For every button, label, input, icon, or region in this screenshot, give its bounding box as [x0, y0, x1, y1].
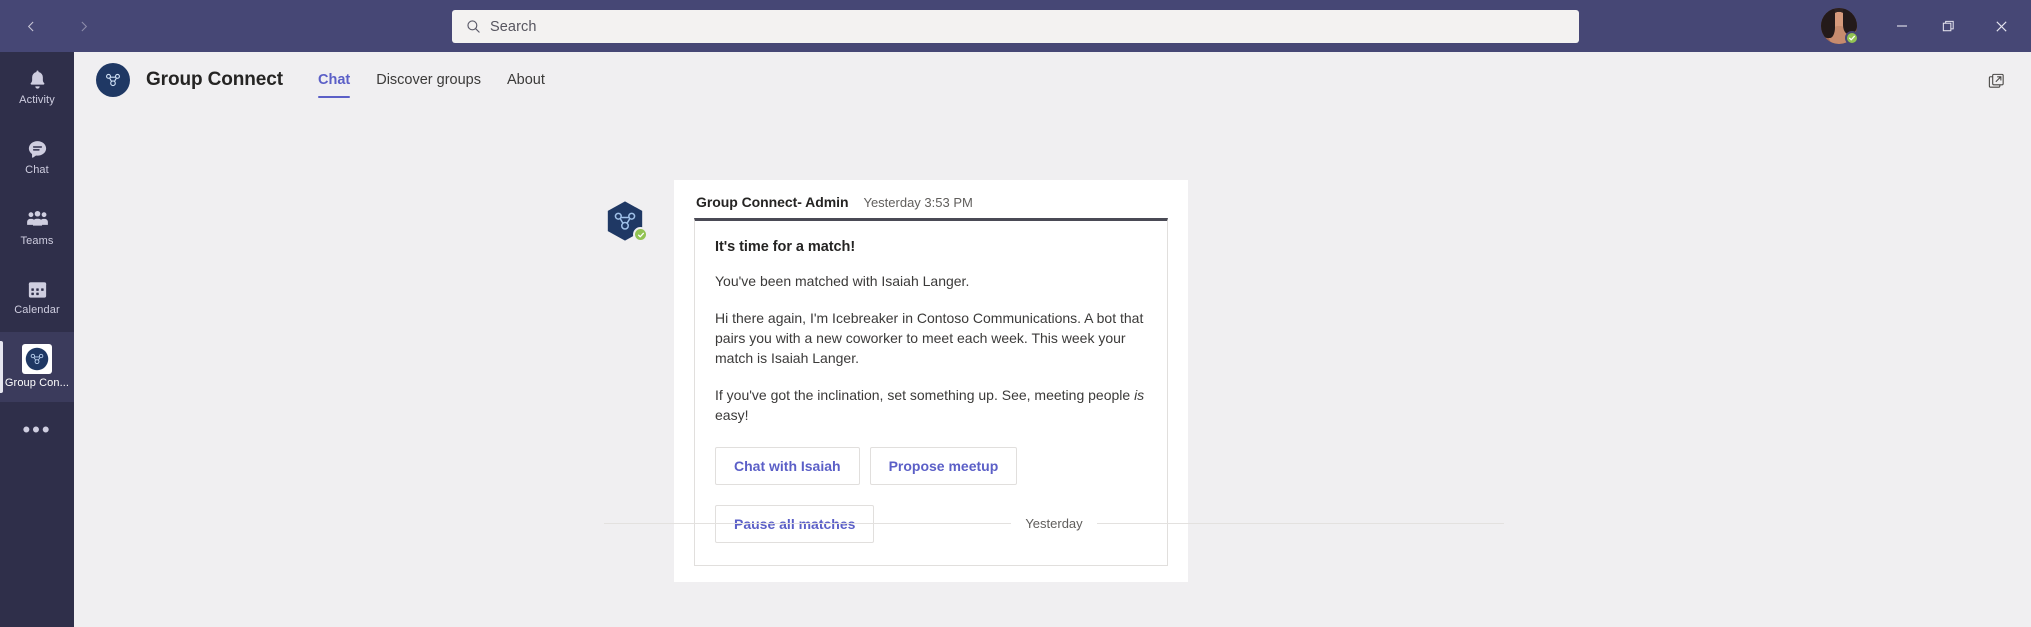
- card-title: It's time for a match!: [715, 239, 856, 255]
- bot-presence-available-badge: [633, 227, 648, 242]
- card-paragraph-1: You've been matched with Isaiah Langer.: [715, 273, 970, 289]
- people-icon: [26, 210, 48, 226]
- card-paragraph-3: If you've got the inclination, set somet…: [715, 385, 1147, 425]
- chat-bubble-icon: [28, 140, 46, 158]
- group-connect-glyph: [25, 347, 49, 371]
- search-bar[interactable]: Search: [452, 10, 1579, 43]
- open-in-new-window-button[interactable]: [1983, 68, 2009, 94]
- message-sender: Group Connect- Admin: [696, 194, 849, 210]
- divider-line-right: [1096, 523, 1504, 524]
- search-icon: [467, 20, 480, 33]
- bot-avatar: [604, 200, 648, 242]
- avatar[interactable]: [1821, 8, 1859, 45]
- presence-available-badge: [1845, 31, 1859, 45]
- group-connect-app-glyph: [106, 73, 120, 87]
- tab-discover-groups[interactable]: Discover groups: [363, 52, 494, 108]
- card-paragraph-3-post: easy!: [715, 407, 749, 423]
- navigation-arrows: [10, 5, 104, 47]
- more-apps-button[interactable]: •••: [0, 402, 74, 458]
- app-header: Group Connect Chat Discover groups About: [74, 52, 2031, 108]
- sidebar-item-teams[interactable]: Teams: [0, 192, 74, 262]
- message-timestamp: Yesterday 3:53 PM: [863, 195, 973, 210]
- message-header: Group Connect- Admin Yesterday 3:53 PM: [694, 190, 1168, 218]
- more-apps-label: •••: [22, 417, 52, 442]
- card-paragraph-3-emphasis: is: [1134, 387, 1145, 403]
- close-icon: [1995, 20, 2007, 32]
- sidebar-item-group-connect[interactable]: Group Con...: [0, 332, 74, 402]
- app-tabs: Chat Discover groups About: [305, 52, 558, 108]
- search-input[interactable]: Search: [452, 10, 1579, 43]
- sidebar-item-label: Chat: [25, 163, 49, 176]
- propose-meetup-button[interactable]: Propose meetup: [869, 447, 1018, 485]
- card-paragraph-2: Hi there again, I'm Icebreaker in Contos…: [715, 310, 1144, 366]
- app-rail: Activity Chat Teams Calendar Group Con..…: [0, 52, 74, 627]
- sidebar-item-calendar[interactable]: Calendar: [0, 262, 74, 332]
- sidebar-item-label: Activity: [19, 93, 55, 106]
- sidebar-item-label: Teams: [20, 234, 54, 247]
- calendar-icon: [28, 281, 46, 298]
- tab-about[interactable]: About: [494, 52, 558, 108]
- conversation-area: Group Connect- Admin Yesterday 3:53 PM I…: [74, 108, 2031, 627]
- divider-line-left: [604, 523, 1012, 524]
- group-connect-icon: [22, 344, 52, 374]
- forward-button[interactable]: [62, 5, 104, 47]
- check-icon: [637, 232, 644, 237]
- sidebar-item-activity[interactable]: Activity: [0, 52, 74, 122]
- chevron-left-icon: [27, 21, 33, 31]
- sidebar-item-label: Calendar: [14, 303, 60, 316]
- open-in-new-window-icon: [1988, 73, 2004, 88]
- group-connect-app-icon: [96, 63, 130, 97]
- tab-label: Discover groups: [376, 72, 481, 88]
- card-paragraph-3-pre: If you've got the inclination, set somet…: [715, 387, 1135, 403]
- chat-with-isaiah-button[interactable]: Chat with Isaiah: [715, 447, 860, 485]
- sidebar-item-label: Group Con...: [4, 377, 70, 389]
- close-button[interactable]: [1971, 0, 2031, 52]
- restore-icon: [1942, 20, 1954, 31]
- page-title: Group Connect: [146, 69, 283, 90]
- adaptive-card: It's time for a match! You've been match…: [694, 218, 1168, 566]
- check-icon: [1848, 35, 1856, 41]
- tab-label: Chat: [317, 72, 351, 88]
- title-bar: Search: [0, 0, 2031, 52]
- bell-icon: [30, 69, 44, 89]
- tab-chat[interactable]: Chat: [305, 52, 363, 108]
- back-button[interactable]: [10, 5, 52, 47]
- search-placeholder: Search: [490, 18, 537, 35]
- sidebar-item-chat[interactable]: Chat: [0, 122, 74, 192]
- chevron-right-icon: [81, 21, 87, 31]
- tab-label: About: [506, 72, 545, 88]
- divider-label: Yesterday: [1025, 516, 1083, 531]
- minimize-button[interactable]: [1879, 0, 1925, 52]
- avatar-hair-left: [1821, 8, 1835, 38]
- restore-button[interactable]: [1925, 0, 1971, 52]
- minimize-icon: [1897, 25, 1907, 27]
- day-divider: Yesterday: [604, 516, 1504, 531]
- window-controls: [1821, 0, 2031, 52]
